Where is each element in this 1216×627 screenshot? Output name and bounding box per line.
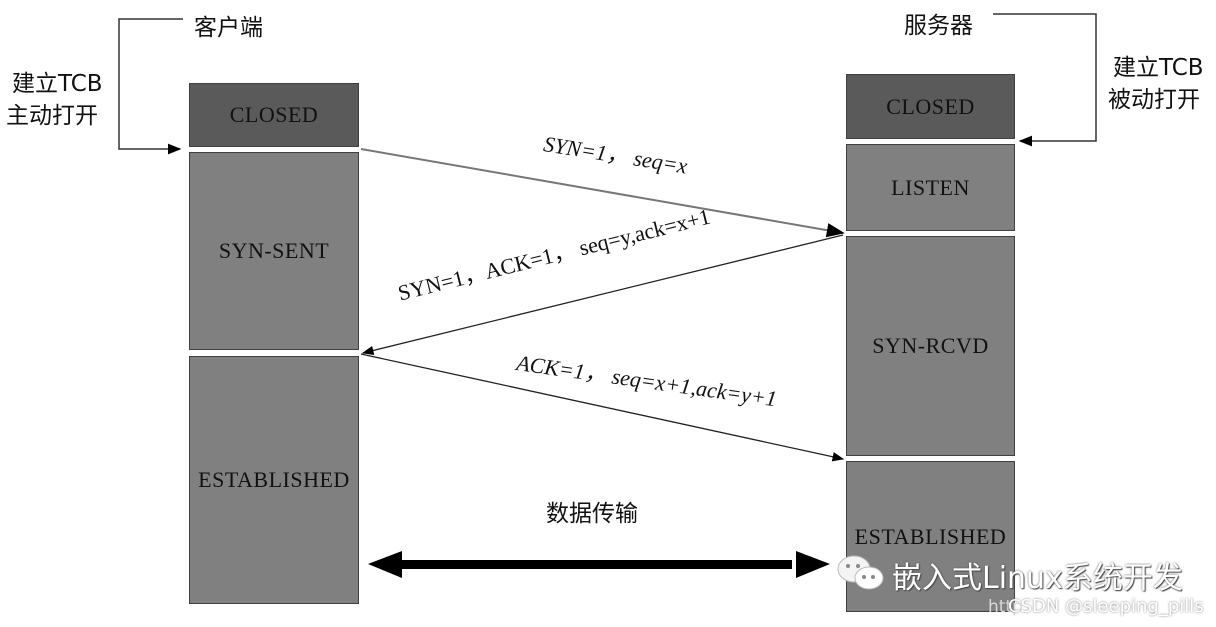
data-transfer-arrow xyxy=(368,551,830,578)
server-state-syn-rcvd: SYN-RCVD xyxy=(846,236,1015,456)
client-state-closed: CLOSED xyxy=(189,83,359,147)
data-transfer-label: 数据传输 xyxy=(546,501,638,527)
server-open-note-line2: 被动打开 xyxy=(1108,87,1200,113)
handshake-diagram xyxy=(118,13,1097,578)
server-open-note-line1: 建立TCB xyxy=(1113,55,1204,81)
server-state-listen: LISTEN xyxy=(846,144,1015,231)
wechat-icon xyxy=(836,553,888,597)
watermark-credit: CSDN @sleeping_pills xyxy=(1008,596,1204,617)
client-open-bracket xyxy=(118,18,183,155)
server-state-closed: CLOSED xyxy=(846,74,1015,139)
client-state-established: ESTABLISHED xyxy=(189,356,359,604)
server-label: 服务器 xyxy=(904,13,973,39)
client-open-note-line2: 主动打开 xyxy=(6,103,98,129)
client-open-note-line1: 建立TCB xyxy=(12,71,103,97)
client-state-syn-sent: SYN-SENT xyxy=(189,152,359,350)
client-label: 客户端 xyxy=(194,15,263,41)
watermark-channel: 嵌入式Linux系统开发 xyxy=(892,561,1183,596)
